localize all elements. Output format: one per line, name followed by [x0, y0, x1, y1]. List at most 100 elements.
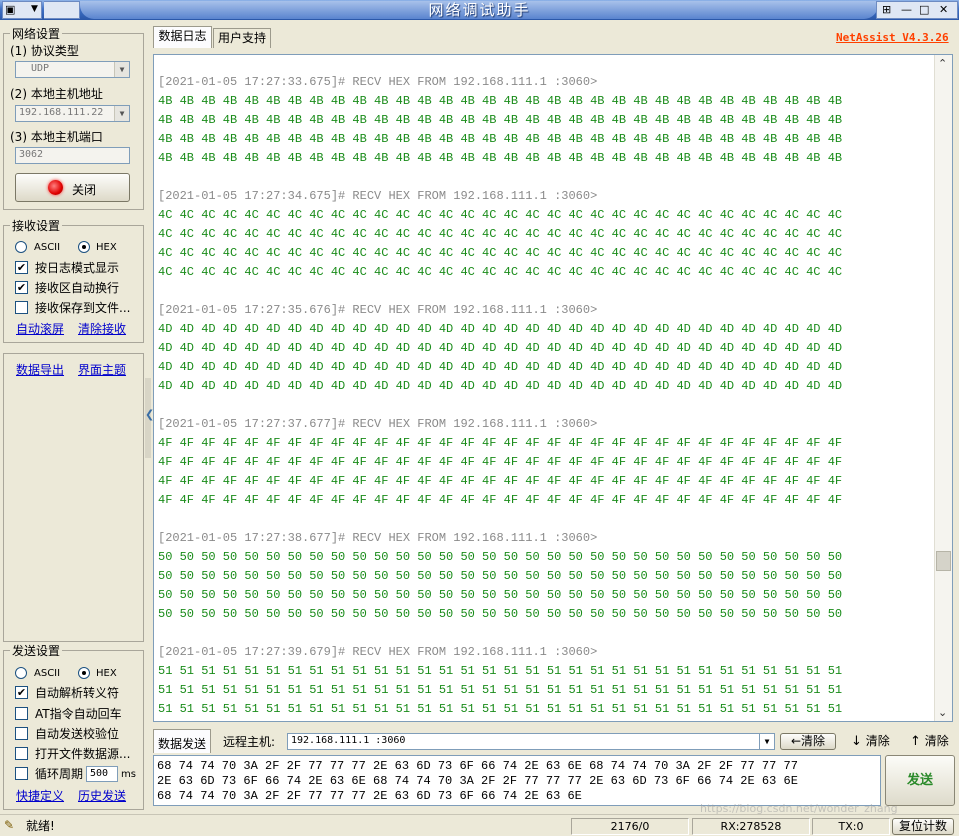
- export-data-link[interactable]: 数据导出: [16, 363, 64, 377]
- port-input[interactable]: 3062: [15, 147, 130, 164]
- auto-checksum-label: 自动发送校验位: [35, 727, 120, 741]
- log-mode-checkbox[interactable]: ✔: [15, 261, 28, 274]
- scroll-down-icon[interactable]: ⌄: [938, 706, 947, 719]
- host-value: 192.168.111.22: [19, 107, 104, 118]
- host-label: (2) 本地主机地址: [10, 87, 103, 101]
- pin-icon[interactable]: ⊞: [882, 3, 891, 17]
- version-link[interactable]: NetAssist V4.3.26: [836, 31, 949, 44]
- log-scrollbar[interactable]: ⌃ ⌄: [934, 55, 952, 721]
- log-entry: [2021-01-05 17:27:35.676]# RECV HEX FROM…: [158, 301, 932, 396]
- status-text: 就绪!: [26, 819, 55, 833]
- minimize-icon[interactable]: —: [901, 3, 912, 17]
- tx-counter: TX:0: [812, 818, 890, 835]
- turn-down-icon: ↓: [851, 734, 862, 749]
- send-button[interactable]: 发送: [885, 755, 955, 806]
- history-link[interactable]: 历史发送: [78, 789, 126, 803]
- log-entry-hex-line: 51 51 51 51 51 51 51 51 51 51 51 51 51 5…: [158, 683, 843, 697]
- log-entry-hex-line: 50 50 50 50 50 50 50 50 50 50 50 50 50 5…: [158, 588, 843, 602]
- clear-receive-link[interactable]: 清除接收: [78, 322, 126, 336]
- send-ascii-label: ASCII: [34, 668, 61, 679]
- receive-log[interactable]: [2021-01-05 17:27:33.675]# RECV HEX FROM…: [153, 54, 953, 722]
- send-ascii-radio[interactable]: [15, 667, 27, 679]
- log-entry-hex-line: 4C 4C 4C 4C 4C 4C 4C 4C 4C 4C 4C 4C 4C 4…: [158, 246, 843, 260]
- scroll-thumb[interactable]: [936, 551, 951, 571]
- send-text-line: 68 74 74 70 3A 2F 2F 77 77 77 2E 63 6D 7…: [157, 759, 798, 773]
- port-label: (3) 本地主机端口: [10, 130, 103, 144]
- send-bar: 数据发送 远程主机: 192.168.111.1 :3060 ▼ ←清除 ↓ 清…: [153, 729, 959, 753]
- scroll-up-icon[interactable]: ⌃: [938, 57, 947, 70]
- log-entry-header: [2021-01-05 17:27:37.677]# RECV HEX FROM…: [158, 417, 598, 431]
- auto-wrap-label: 接收区自动换行: [35, 281, 120, 295]
- loop-checkbox[interactable]: [15, 767, 28, 780]
- chevron-down-icon[interactable]: ▼: [114, 106, 129, 121]
- save-file-checkbox[interactable]: [15, 301, 28, 314]
- host-select[interactable]: 192.168.111.22 ▼: [15, 105, 130, 122]
- panel-splitter[interactable]: ❮: [145, 378, 154, 458]
- remote-host-label: 远程主机:: [223, 735, 276, 749]
- log-entry-hex-line: 51 51 51 51 51 51 51 51 51 51 51 51 51 5…: [158, 719, 932, 721]
- open-file-checkbox[interactable]: [15, 747, 28, 760]
- log-entry-hex-line: 4F 4F 4F 4F 4F 4F 4F 4F 4F 4F 4F 4F 4F 4…: [158, 493, 843, 507]
- receive-settings-title: 接收设置: [10, 219, 63, 233]
- theme-link[interactable]: 界面主题: [78, 363, 126, 377]
- log-entry-hex-line: 4F 4F 4F 4F 4F 4F 4F 4F 4F 4F 4F 4F 4F 4…: [158, 455, 843, 469]
- send-hex-radio[interactable]: [78, 667, 90, 679]
- send-settings-title: 发送设置: [10, 644, 63, 658]
- log-entry-hex-line: 4B 4B 4B 4B 4B 4B 4B 4B 4B 4B 4B 4B 4B 4…: [158, 94, 843, 108]
- chevron-down-icon[interactable]: ▼: [114, 62, 129, 77]
- protocol-label: (1) 协议类型: [10, 44, 79, 58]
- at-auto-cr-checkbox[interactable]: [15, 707, 28, 720]
- auto-escape-checkbox[interactable]: ✔: [15, 686, 28, 699]
- remote-host-select[interactable]: 192.168.111.1 :3060 ▼: [287, 733, 775, 750]
- tab-send[interactable]: 数据发送: [153, 729, 211, 753]
- receive-ascii-radio[interactable]: [15, 241, 27, 253]
- protocol-select[interactable]: UDP ▼: [15, 61, 130, 78]
- log-entry: [2021-01-05 17:27:33.675]# RECV HEX FROM…: [158, 73, 932, 168]
- loop-unit-label: ms: [121, 769, 136, 780]
- extra-panel: 数据导出 界面主题: [3, 353, 144, 642]
- log-entry: [2021-01-05 17:27:37.677]# RECV HEX FROM…: [158, 415, 932, 510]
- auto-wrap-checkbox[interactable]: ✔: [15, 281, 28, 294]
- send-text-line: 68 74 74 70 3A 2F 2F 77 77 77 2E 63 6D 7…: [157, 789, 582, 803]
- close-connection-button[interactable]: 关闭: [15, 173, 130, 202]
- status-led-icon: [48, 180, 63, 195]
- clear-up-label: 清除: [924, 734, 949, 748]
- send-textarea[interactable]: 68 74 74 70 3A 2F 2F 77 77 77 2E 63 6D 7…: [153, 755, 881, 806]
- status-bar: ✎ 就绪! 2176/0 RX:278528 TX:0 复位计数: [0, 814, 959, 836]
- log-entry-hex-line: 51 51 51 51 51 51 51 51 51 51 51 51 51 5…: [158, 664, 843, 678]
- maximize-icon[interactable]: □: [919, 3, 929, 17]
- network-settings-title: 网络设置: [10, 27, 63, 41]
- window-title: 网络调试助手: [428, 1, 531, 19]
- send-hex-label: HEX: [96, 668, 117, 679]
- tab-user-support[interactable]: 用户支持: [213, 28, 271, 48]
- clear-up-button[interactable]: ↑ 清除: [910, 734, 949, 749]
- shortcut-link[interactable]: 快捷定义: [16, 789, 64, 803]
- reset-counter-button[interactable]: 复位计数: [892, 818, 954, 835]
- tab-data-log[interactable]: 数据日志: [153, 26, 212, 48]
- receive-log-content: [2021-01-05 17:27:33.675]# RECV HEX FROM…: [158, 73, 932, 721]
- log-entry-header: [2021-01-05 17:27:35.676]# RECV HEX FROM…: [158, 303, 598, 317]
- clear-back-label: 清除: [801, 734, 826, 748]
- chevron-down-icon[interactable]: ▼: [759, 734, 774, 749]
- turn-up-icon: ↑: [910, 734, 921, 749]
- loop-label: 循环周期: [35, 767, 84, 781]
- clear-down-button[interactable]: ↓ 清除: [851, 734, 890, 749]
- save-file-label: 接收保存到文件...: [35, 301, 131, 315]
- receive-hex-radio[interactable]: [78, 241, 90, 253]
- close-icon[interactable]: ✕: [939, 3, 948, 17]
- receive-settings-panel: 接收设置 ASCII HEX ✔ 按日志模式显示 ✔ 接收区自动换行 接收保存到…: [3, 219, 144, 343]
- network-settings-panel: 网络设置 (1) 协议类型 UDP ▼ (2) 本地主机地址 192.168.1…: [3, 27, 144, 210]
- protocol-value: UDP: [31, 63, 50, 74]
- open-file-label: 打开文件数据源...: [35, 747, 131, 761]
- auto-checksum-checkbox[interactable]: [15, 727, 28, 740]
- rx-counter: RX:278528: [692, 818, 810, 835]
- auto-scroll-link[interactable]: 自动滚屏: [16, 322, 64, 336]
- at-auto-cr-label: AT指令自动回车: [35, 707, 122, 721]
- log-entry-hex-line: 4F 4F 4F 4F 4F 4F 4F 4F 4F 4F 4F 4F 4F 4…: [158, 436, 843, 450]
- log-entry-hex-line: 50 50 50 50 50 50 50 50 50 50 50 50 50 5…: [158, 569, 843, 583]
- clear-back-button[interactable]: ←清除: [780, 733, 836, 750]
- arrow-left-icon: ←: [790, 734, 802, 748]
- close-connection-label: 关闭: [72, 183, 97, 197]
- loop-interval-input[interactable]: 500: [86, 766, 118, 782]
- log-entry-header: [2021-01-05 17:27:34.675]# RECV HEX FROM…: [158, 189, 598, 203]
